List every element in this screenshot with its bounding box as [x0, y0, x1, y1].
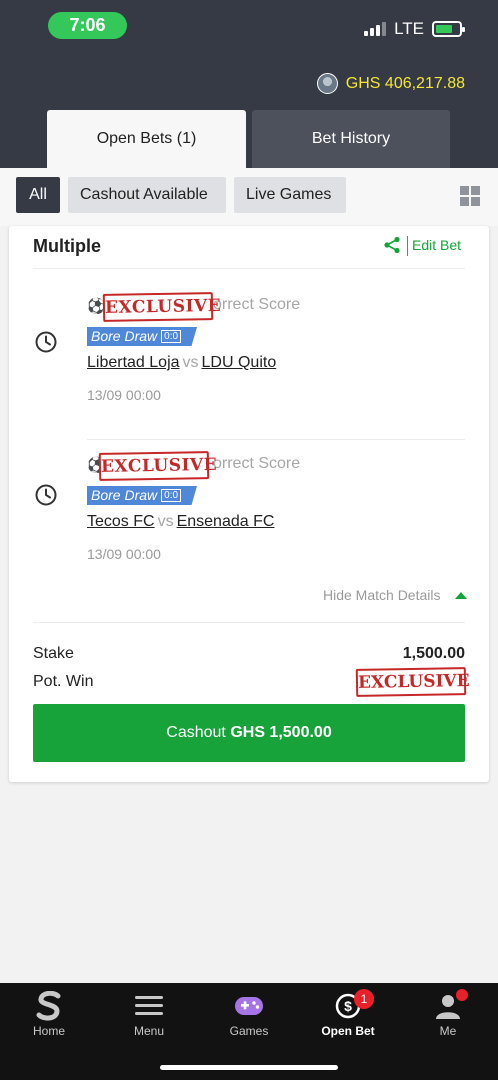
tab-bet-history[interactable]: Bet History: [252, 110, 450, 168]
nav-menu[interactable]: Menu: [109, 991, 189, 1038]
home-team[interactable]: Tecos FC: [87, 513, 155, 530]
pick-score: 0:0: [161, 489, 182, 502]
cashout-button[interactable]: Cashout GHS 1,500.00: [33, 704, 465, 762]
balance-amount: GHS 406,217.88: [345, 74, 465, 92]
divider: [33, 622, 465, 623]
share-icon[interactable]: [383, 236, 401, 254]
filter-cashout-available[interactable]: Cashout Available: [68, 177, 226, 213]
nav-games[interactable]: Games: [209, 991, 289, 1038]
vs-label: vs: [182, 354, 199, 371]
pick-badge: Bore Draw 0:0: [87, 327, 197, 346]
divider: [87, 439, 465, 440]
cashout-label: Cashout: [166, 724, 226, 741]
pick-label: Bore Draw: [91, 328, 158, 344]
notification-dot: [456, 989, 468, 1001]
away-team[interactable]: LDU Quito: [202, 354, 277, 371]
svg-text:$: $: [344, 998, 352, 1014]
pick-score: 0:0: [161, 330, 182, 343]
match-date: 13/09 00:00: [87, 387, 161, 403]
filter-all[interactable]: All: [16, 177, 60, 213]
bet-card: Multiple Edit Bet ⚽ orrect Score EXCLUSI…: [9, 226, 489, 782]
nav-label: Menu: [133, 1024, 165, 1038]
nav-me[interactable]: Me: [408, 989, 488, 1038]
edit-bet-button[interactable]: Edit Bet: [412, 237, 461, 253]
away-team[interactable]: Ensenada FC: [177, 513, 275, 530]
network-label: LTE: [394, 19, 424, 38]
home-team[interactable]: Libertad Loja: [87, 354, 180, 371]
edit-separator: [407, 236, 408, 256]
bet-type: Multiple: [33, 236, 101, 256]
cashout-amount: GHS 1,500.00: [230, 724, 332, 741]
hamburger-icon: [135, 996, 163, 1015]
nav-label: Home: [32, 1024, 65, 1038]
nav-open-bet[interactable]: $ 1 Open Bet: [308, 989, 388, 1038]
open-bet-badge: 1: [354, 989, 374, 1009]
status-indicators: LTE: [364, 19, 465, 39]
tab-open-bets[interactable]: Open Bets (1): [47, 110, 246, 168]
clock-icon: [35, 484, 57, 506]
battery-icon: [432, 21, 465, 37]
clock-icon: [35, 331, 57, 353]
exclusive-stamp: EXCLUSIVE: [98, 451, 217, 481]
stake-value: 1,500.00: [402, 645, 465, 662]
avatar: [316, 73, 338, 94]
market-name: orrect Score: [213, 296, 301, 313]
pot-win-label: Pot. Win: [33, 673, 94, 690]
divider: [33, 268, 465, 269]
filter-bar: All Cashout Available Live Games: [0, 168, 498, 226]
match-date: 13/09 00:00: [87, 546, 161, 562]
status-time: 7:06: [48, 12, 127, 39]
hide-match-details-button[interactable]: Hide Match Details: [323, 587, 441, 603]
vs-label: vs: [157, 513, 174, 530]
signal-icon: [364, 22, 387, 36]
match-teams[interactable]: Tecos FC vs Ensenada FC: [87, 513, 274, 531]
exclusive-stamp: EXCLUSIVE: [102, 292, 221, 322]
grid-view-icon[interactable]: [460, 186, 480, 206]
selection-item: ⚽ orrect Score EXCLUSIVE Bore Draw 0:0 Te…: [9, 451, 489, 585]
home-indicator: [160, 1065, 338, 1070]
pick-label: Bore Draw: [91, 487, 158, 503]
gamepad-icon: [235, 997, 263, 1015]
sportybet-s-icon: [36, 991, 61, 1021]
nav-label: Me: [439, 1024, 457, 1038]
filter-live-games[interactable]: Live Games: [234, 177, 346, 213]
nav-label: Open Bet: [321, 1024, 375, 1038]
pick-badge: Bore Draw 0:0: [87, 486, 197, 505]
header: 7:06 LTE GHS 406,217.88 Open Bets (1) Be…: [0, 0, 498, 168]
balance[interactable]: GHS 406,217.88: [316, 73, 465, 94]
nav-home[interactable]: Home: [9, 991, 89, 1038]
caret-up-icon[interactable]: [455, 592, 467, 599]
match-teams[interactable]: Libertad Loja vs LDU Quito: [87, 354, 276, 372]
market-name: orrect Score: [213, 455, 301, 472]
stake-label: Stake: [33, 645, 74, 662]
selection-item: ⚽ orrect Score EXCLUSIVE Bore Draw 0:0 Li…: [9, 292, 489, 426]
exclusive-stamp: EXCLUSIVE: [355, 667, 470, 697]
nav-label: Games: [229, 1024, 269, 1038]
